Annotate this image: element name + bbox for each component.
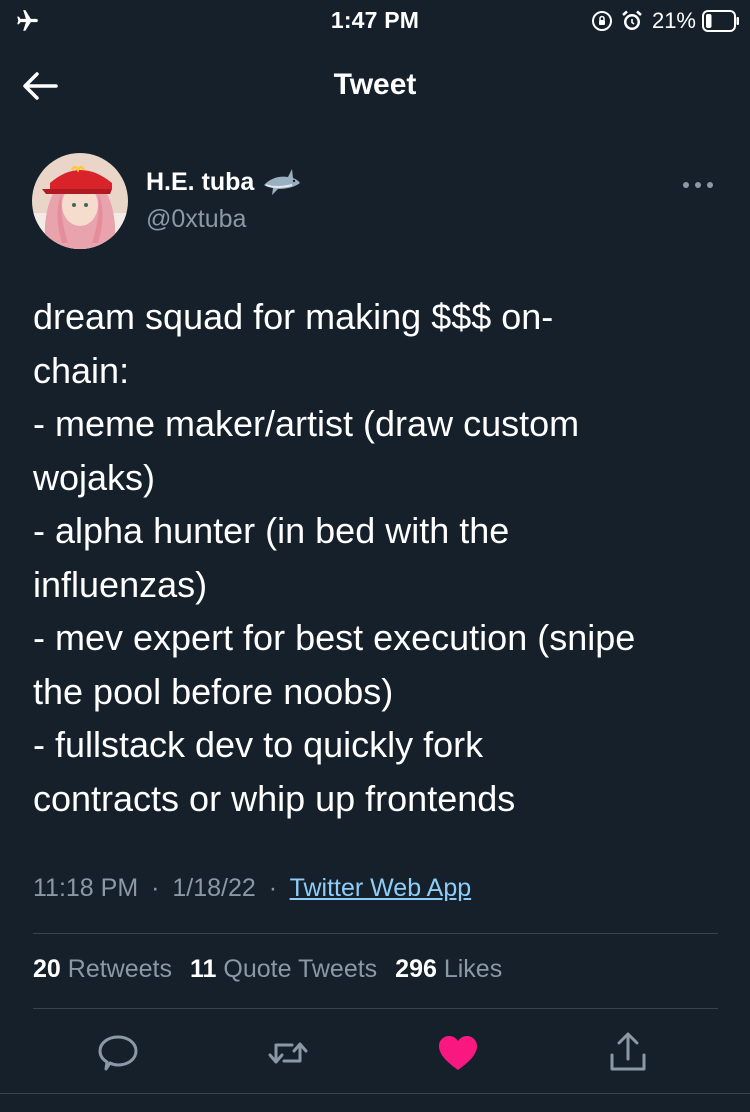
- retweet-button[interactable]: [266, 1031, 310, 1075]
- tweet-stats: 20 Retweets 11 Quote Tweets 296 Likes: [33, 955, 502, 984]
- ellipsis-icon: [683, 182, 713, 188]
- header: Tweet: [0, 44, 750, 128]
- status-right: 21%: [590, 7, 740, 35]
- tweet-line: influenzas): [33, 563, 208, 605]
- divider: [33, 1008, 718, 1009]
- retweets-count: 20: [33, 955, 61, 983]
- battery-icon: [702, 10, 739, 32]
- author-name: H.E. tuba: [146, 167, 255, 196]
- retweets-stat[interactable]: 20 Retweets: [33, 955, 172, 984]
- author-handle[interactable]: @0xtuba: [146, 205, 246, 234]
- divider: [33, 933, 718, 934]
- reply-button[interactable]: [96, 1031, 140, 1075]
- tweet-line: chain:: [33, 349, 130, 391]
- shark-icon: [264, 169, 301, 195]
- tweet-line: - meme maker/artist (draw custom: [33, 403, 580, 444]
- tweet-time[interactable]: 11:18 PM: [33, 874, 138, 902]
- tweet-source-link[interactable]: Twitter Web App: [290, 874, 472, 902]
- alarm-icon: [622, 10, 642, 30]
- likes-stat[interactable]: 296 Likes: [395, 955, 502, 984]
- tweet-date[interactable]: 1/18/22: [172, 874, 255, 902]
- retweets-label: Retweets: [67, 955, 172, 983]
- quotes-count: 11: [189, 955, 217, 983]
- tweet-text: dream squad for making $$$ on- chain: - …: [33, 290, 723, 825]
- likes-label: Likes: [443, 955, 503, 983]
- meta-separator: ·: [268, 874, 278, 902]
- share-button[interactable]: [606, 1031, 650, 1075]
- avatar[interactable]: [32, 153, 128, 249]
- orientation-lock-icon: [591, 11, 612, 31]
- like-button[interactable]: [436, 1031, 480, 1075]
- author-name-row[interactable]: H.E. tuba: [146, 165, 302, 199]
- tweet-author: H.E. tuba @0xtuba: [32, 153, 722, 253]
- more-button[interactable]: [680, 175, 716, 195]
- retweet-icon: [268, 1042, 308, 1064]
- tweet-line: contracts or whip up frontends: [33, 777, 516, 819]
- like-icon: [439, 1036, 477, 1070]
- tweet-line: - fullstack dev to quickly fork: [33, 724, 484, 765]
- tweet-line: wojaks): [33, 456, 156, 498]
- tweet-line: - mev expert for best execution (snipe: [33, 617, 636, 658]
- tweet-meta: 11:18 PM · 1/18/22 · Twitter Web App: [33, 874, 471, 903]
- tweet-actions: [0, 1025, 750, 1081]
- battery-percent: 21%: [651, 8, 696, 33]
- tweet-line: dream squad for making $$$ on-: [33, 296, 554, 337]
- share-icon: [610, 1032, 646, 1071]
- divider: [0, 1093, 750, 1094]
- likes-count: 296: [395, 955, 437, 983]
- quotes-label: Quote Tweets: [223, 955, 378, 983]
- tweet-line: the pool before noobs): [33, 670, 394, 712]
- status-bar: 1:47 PM 21%: [0, 0, 750, 44]
- reply-icon: [98, 1035, 138, 1071]
- meta-separator: ·: [151, 874, 160, 902]
- page-title: Tweet: [333, 68, 417, 101]
- avatar-image: [32, 153, 128, 249]
- tweet-line: - alpha hunter (in bed with the: [33, 510, 510, 551]
- quote-tweets-stat[interactable]: 11 Quote Tweets: [190, 955, 377, 984]
